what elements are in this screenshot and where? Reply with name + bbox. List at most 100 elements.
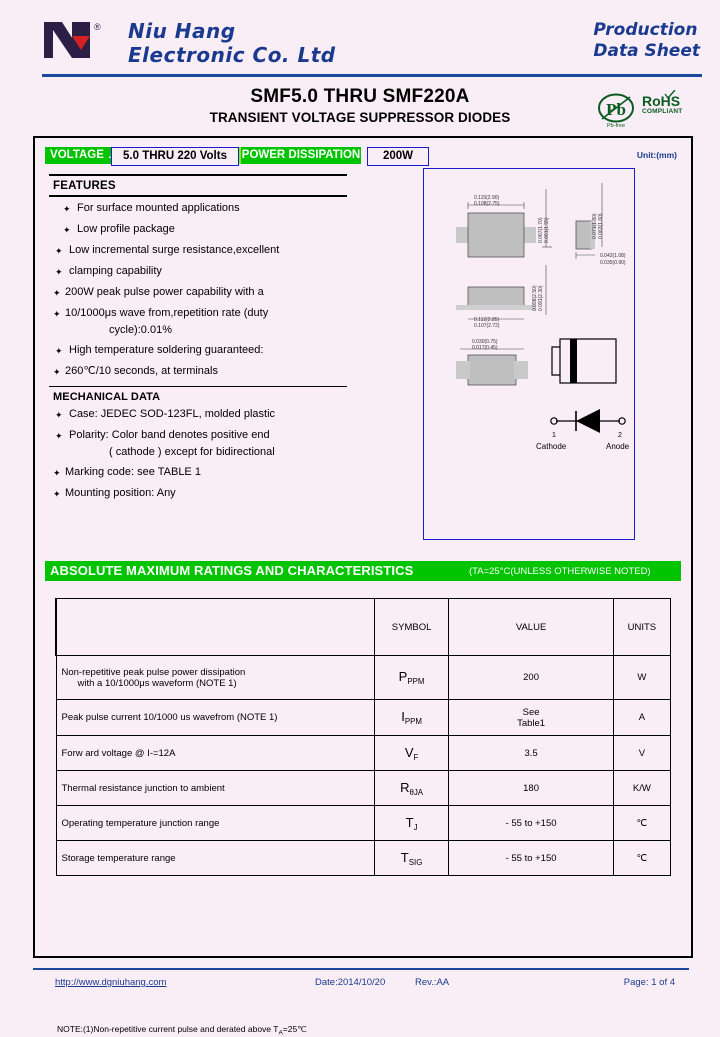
cell-value: 180	[448, 770, 614, 806]
diamond-bullet-icon: ✦	[55, 431, 63, 441]
feature-item-label: For surface mounted applications	[77, 201, 240, 214]
mechanical-item: ✦ Polarity: Color band denotes positive …	[47, 429, 349, 442]
col-description	[54, 598, 375, 656]
cell-description: Storage temperature range	[55, 840, 375, 876]
dim-top-width-2: 0.108(2.75)	[474, 201, 500, 207]
diamond-bullet-icon: ✦	[53, 489, 61, 499]
mechanical-heading: MECHANICAL DATA	[53, 391, 161, 403]
dim-mid-height-2: 0.091(2.30)	[538, 285, 544, 311]
dim-mid-width-2: 0.107(2.72)	[474, 323, 500, 329]
dim-bottom-2: 0.017(0.45)	[472, 345, 498, 351]
footer-divider	[33, 968, 689, 970]
cell-value: - 55 to +150	[448, 840, 614, 876]
mechanical-item: ✦ Case: JEDEC SOD-123FL, molded plastic	[47, 408, 349, 421]
table-row: Storage temperature range TSIG - 55 to +…	[55, 840, 672, 876]
symbol-sub: PPM	[407, 676, 425, 686]
diamond-bullet-icon: ✦	[55, 266, 63, 277]
company-name: Niu Hang Electronic Co. Ltd	[128, 19, 336, 67]
document-date: Date:2014/10/20	[315, 977, 386, 988]
feature-item-label: 200W peak pulse power capability with a	[65, 285, 264, 298]
mechanical-item: ✦ Mounting position: Any	[47, 487, 349, 500]
document-type: Production Data Sheet	[593, 20, 700, 62]
features-top-rule	[49, 174, 347, 176]
value-line-1: See	[522, 706, 540, 718]
feature-item: ✦ clamping capability	[47, 265, 349, 278]
feature-item: ✦ 10/1000μs wave from,repetition rate (d…	[47, 307, 349, 320]
polarity-continuation: ( cathode ) except for bidirectional	[109, 446, 275, 458]
desc-line-2: with a 10/1000μs waveform (NOTE 1)	[77, 677, 237, 689]
features-section: FEATURES ✦ For surface mounted applicati…	[47, 174, 349, 508]
feature-item: ✦ High temperature soldering guaranteed:	[47, 344, 349, 357]
feature-item-label: Low incremental surge resistance,excelle…	[69, 243, 280, 256]
cell-symbol: PPPM	[373, 655, 450, 700]
table-row: Peak pulse current 10/1000 us wavefrom (…	[55, 699, 672, 736]
page-number: Page: 1 of 4	[623, 977, 675, 988]
cell-units: ℃	[612, 840, 672, 876]
certification-logos: Pb Pb-free RoHS COMPLIANT	[596, 90, 696, 131]
feature-item: ✦ Low profile package	[47, 223, 349, 236]
feature-item-label: clamping capability	[69, 264, 162, 277]
col-symbol: SYMBOL	[373, 598, 450, 656]
website-link[interactable]: http://www.dgniuhang.com	[55, 977, 166, 988]
desc-line-1: Non-repetitive peak pulse power dissipat…	[61, 666, 246, 678]
cell-symbol: TSIG	[373, 840, 450, 876]
company-name-line1: Niu Hang	[128, 19, 236, 43]
document-type-line2: Data Sheet	[593, 41, 700, 61]
mechanical-rule	[49, 385, 347, 387]
cell-description: Thermal resistance junction to ambient	[55, 770, 375, 806]
voltage-badge: VOLTAGE	[45, 147, 109, 164]
cell-units: K/W	[612, 770, 672, 806]
cell-description: Non-repetitive peak pulse power dissipat…	[55, 655, 375, 700]
feature-item-label: 10/1000μs wave from,repetition rate (dut…	[65, 306, 269, 319]
voltage-value: 5.0 THRU 220 Volts	[111, 147, 239, 166]
feature-item-label: 260℃/10 seconds, at terminals	[65, 364, 218, 377]
main-content-box: VOLTAGE 5.0 THRU 220 Volts POWER DISSIPA…	[33, 136, 693, 1037]
symbol-main: T	[400, 849, 409, 865]
document-revision: Rev.:AA	[415, 977, 450, 988]
pin1-label: Cathode	[536, 442, 567, 451]
power-dissipation-badge: POWER DISSIPATION	[241, 147, 361, 164]
mechanical-item-label: Marking code: see TABLE 1	[65, 466, 201, 478]
feature-item-label: Low profile package	[77, 222, 175, 235]
dim-side-height-2: 0.063(1.60)	[598, 213, 604, 239]
cell-units: V	[612, 735, 672, 771]
diamond-bullet-icon: ✦	[55, 345, 63, 356]
table-row: Non-repetitive peak pulse power dissipat…	[55, 655, 672, 700]
diamond-bullet-icon: ✦	[55, 245, 63, 256]
document-type-line1: Production	[593, 20, 698, 40]
col-units: UNITS	[612, 598, 672, 656]
feature-item-label: High temperature soldering guaranteed:	[69, 343, 264, 356]
mechanical-item-label: Polarity: Color band denotes positive en…	[69, 429, 270, 441]
pb-free-label: Pb-free	[606, 123, 626, 129]
table-row: Thermal resistance junction to ambient R…	[55, 770, 672, 806]
features-mid-rule	[49, 195, 347, 197]
feature-item: ✦ 260℃/10 seconds, at terminals	[47, 365, 349, 378]
dim-side-width-1: 0.043(1.08)	[600, 253, 626, 259]
symbol-sub: PPM	[404, 716, 422, 726]
mechanical-item: ✦ Marking code: see TABLE 1	[47, 466, 349, 479]
dim-side-width-2: 0.035(0.90)	[600, 260, 626, 266]
symbol-main: T	[405, 814, 414, 830]
mechanical-item-label: Case: JEDEC SOD-123FL, molded plastic	[69, 408, 276, 420]
company-name-line2: Electronic Co. Ltd	[128, 43, 336, 67]
table-row: Forw ard voltage @ I-=12A VF 3.5 V	[55, 735, 672, 771]
table-row: Operating temperature junction range TJ …	[55, 805, 672, 841]
pb-free-icon: Pb Pb-free	[596, 93, 636, 131]
company-logo: ®	[42, 18, 114, 66]
table-header-row: SYMBOL VALUE UNITS	[54, 598, 672, 656]
svg-text:®: ®	[94, 22, 101, 32]
symbol-sub: F	[413, 752, 419, 762]
ratings-header-bar: ABSOLUTE MAXIMUM RATINGS AND CHARACTERIS…	[45, 561, 681, 581]
cell-units: A	[612, 699, 672, 736]
cell-value: 200	[448, 655, 614, 700]
cell-description: Operating temperature junction range	[55, 805, 375, 841]
spec-badge-row: VOLTAGE 5.0 THRU 220 Volts POWER DISSIPA…	[45, 147, 681, 166]
package-drawing: 0.115(2.90) 0.108(2.75) 0.067(1.70) 0.06…	[423, 168, 635, 540]
diamond-bullet-icon: ✦	[55, 410, 63, 420]
cell-units: W	[612, 655, 672, 700]
feature-item: ✦ Low incremental surge resistance,excel…	[47, 244, 349, 257]
symbol-sub: J	[413, 822, 418, 832]
cell-symbol: RθJA	[373, 770, 450, 806]
page-header: ® Niu Hang Electronic Co. Ltd Production…	[0, 0, 720, 78]
ratings-heading: ABSOLUTE MAXIMUM RATINGS AND CHARACTERIS…	[50, 563, 414, 578]
